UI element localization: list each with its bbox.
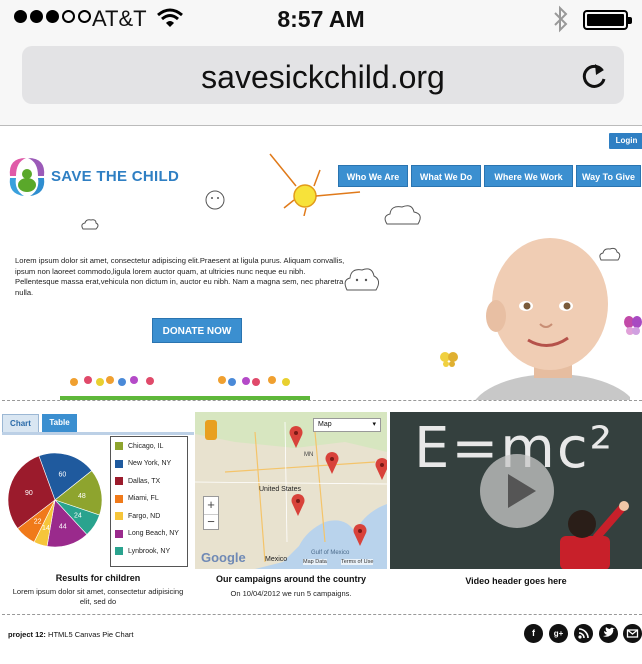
url-text: savesickchild.org	[201, 59, 445, 95]
map-data-link[interactable]: Map Data	[303, 559, 327, 565]
child-at-board-figure	[560, 501, 629, 569]
cloud-doodle	[81, 219, 99, 230]
email-icon[interactable]	[623, 624, 642, 643]
legend-swatch	[115, 459, 123, 468]
google-plus-icon[interactable]: g+	[549, 624, 568, 643]
legend-label: Lynbrook, NY	[128, 547, 171, 555]
section-divider	[2, 400, 642, 401]
map-marker-icon[interactable]	[353, 524, 367, 546]
facebook-icon[interactable]: f	[524, 624, 543, 643]
legend-swatch	[115, 547, 123, 555]
legend-item: New York, NY	[115, 459, 172, 468]
chart-legend: Chicago, IL New York, NY Dallas, TX Miami, …	[110, 436, 188, 567]
login-button[interactable]: Login	[609, 133, 642, 149]
address-bar[interactable]: savesickchild.org	[22, 46, 624, 104]
zoom-in-button[interactable]: +	[204, 497, 218, 514]
footer-project: project 12: HTML5 Canvas Pie Chart	[8, 630, 133, 639]
pie-slice-label: 22	[34, 519, 42, 526]
pegman-icon[interactable]	[205, 420, 217, 440]
battery-icon	[583, 10, 632, 30]
clock: 8:57 AM	[277, 6, 365, 32]
legend-label: Miami, FL	[128, 495, 159, 502]
map-subcaption: On 10/04/2012 we run 5 campaigns.	[230, 589, 352, 598]
cloud-doodle	[384, 205, 421, 225]
map-marker-icon[interactable]	[325, 452, 339, 474]
nav-what-we-do[interactable]: What We Do	[411, 165, 481, 187]
nav-where-we-work[interactable]: Where We Work	[484, 165, 573, 187]
tab-table[interactable]: Table	[42, 414, 77, 432]
rss-icon[interactable]	[574, 624, 593, 643]
zoom-control: + −	[203, 496, 219, 530]
legend-label: Long Beach, NY	[128, 530, 179, 537]
bluetooth-icon	[554, 5, 568, 33]
legend-swatch	[115, 442, 123, 450]
legend-swatch	[115, 529, 123, 538]
map-marker-icon[interactable]	[291, 494, 305, 516]
legend-item: Lynbrook, NY	[115, 547, 170, 555]
pie-slice-label: 48	[78, 493, 86, 500]
web-page: Login SAVE THE CHILD Who We Are What We …	[2, 128, 642, 664]
chevron-down-icon: ▾	[372, 421, 376, 428]
legend-label: Dallas, TX	[128, 477, 161, 485]
legend-swatch	[115, 477, 123, 485]
legend-item: Miami, FL	[115, 494, 159, 503]
pie-slice-label: 44	[59, 524, 67, 531]
browser-chrome: savesickchild.org	[0, 38, 642, 126]
legend-item: Long Beach, NY	[115, 529, 179, 538]
map-label: Mexico	[265, 556, 288, 563]
legend-label: Chicago, IL	[128, 442, 164, 450]
project-label: project 12:	[8, 630, 46, 639]
legend-item: Chicago, IL	[115, 442, 163, 450]
pie-slice-label: 14	[42, 525, 50, 532]
flower-doodle	[205, 190, 225, 210]
legend-item: Dallas, TX	[115, 477, 160, 485]
pie-slice-label: 60	[58, 471, 66, 478]
legend-swatch	[115, 494, 123, 503]
save-the-child-logo	[9, 158, 45, 196]
legend-item: Fargo, ND	[115, 512, 160, 520]
project-title: HTML5 Canvas Pie Chart	[48, 630, 134, 639]
map-type-label: Map	[318, 421, 332, 428]
terms-of-use-link[interactable]: Terms of Use	[341, 559, 374, 565]
legend-label: Fargo, ND	[128, 512, 161, 520]
donate-now-button[interactable]: DONATE NOW	[152, 318, 242, 343]
footer-divider	[2, 614, 642, 615]
pie-slice-label: 90	[25, 490, 33, 497]
legend-label: New York, NY	[128, 460, 172, 467]
reload-icon[interactable]	[580, 61, 608, 91]
pie-chart: 60 48 24 44 1422 90	[7, 452, 103, 548]
google-logo: Google	[201, 550, 246, 565]
brand-name: SAVE THE CHILD	[51, 168, 180, 185]
zoom-out-button[interactable]: −	[204, 514, 218, 530]
twitter-icon[interactable]	[599, 624, 618, 643]
nav-way-to-give[interactable]: Way To Give	[576, 165, 641, 187]
map-type-select[interactable]: Map ▾	[313, 418, 381, 432]
sun-doodle	[269, 153, 361, 216]
pie-slice-label: 24	[74, 512, 82, 519]
ios-status-bar: AT&T 8:57 AM	[0, 0, 642, 38]
child-photo	[475, 238, 630, 400]
tab-underline	[2, 432, 194, 435]
chart-subcaption: Lorem ipsum dolor sit amet, consectetur …	[12, 587, 184, 606]
map-marker-icon[interactable]	[375, 458, 387, 480]
legend-swatch	[115, 512, 123, 520]
cloud-face-doodle	[344, 268, 380, 291]
tab-chart[interactable]: Chart	[2, 414, 39, 432]
map-caption: Our campaigns around the country	[215, 574, 367, 584]
video-caption: Video header goes here	[465, 576, 567, 586]
chart-caption: Results for children	[55, 573, 141, 583]
map-label: Gulf of Mexico	[311, 550, 350, 556]
campaign-map[interactable]: Map ▾ + − MN United States Mexico Gulf of…	[195, 412, 387, 569]
map-marker-icon[interactable]	[289, 426, 303, 448]
map-label: United States	[259, 486, 302, 493]
hero-text: Lorem ipsum dolor sit amet, consectetur …	[15, 256, 345, 297]
map-label: MN	[304, 452, 314, 458]
video-player[interactable]: E=mc²	[390, 412, 642, 569]
flowers-doodle	[60, 376, 310, 400]
